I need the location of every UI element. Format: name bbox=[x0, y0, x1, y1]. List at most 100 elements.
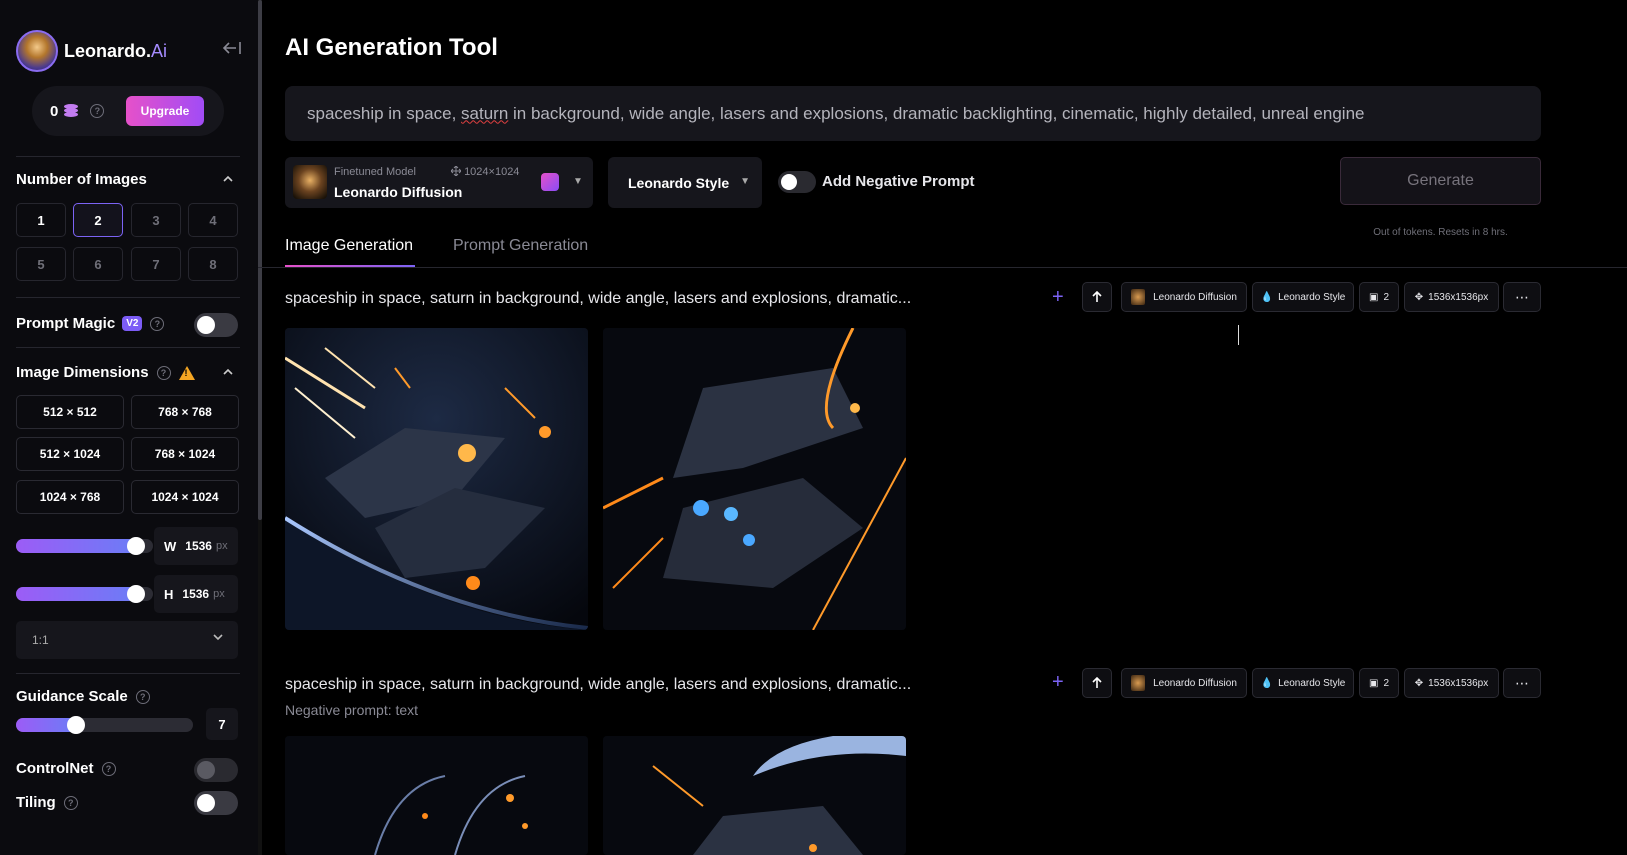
toggle-knob bbox=[197, 761, 215, 779]
image-count-chip[interactable]: ▣ 2 bbox=[1359, 668, 1399, 698]
droplet-icon: 💧 bbox=[1260, 291, 1274, 303]
height-slider[interactable] bbox=[16, 585, 153, 603]
tiling-toggle[interactable] bbox=[194, 791, 238, 815]
model-settings-icon[interactable] bbox=[541, 173, 559, 191]
model-subtitle: Finetuned Model bbox=[334, 166, 416, 178]
generation-negative-prompt: Negative prompt: text bbox=[285, 702, 419, 718]
num-images-option-2[interactable]: 2 bbox=[73, 203, 123, 237]
controlnet-toggle[interactable] bbox=[194, 758, 238, 782]
dimension-option-768x768[interactable]: 768 × 768 bbox=[131, 395, 239, 429]
generated-image[interactable] bbox=[603, 328, 906, 630]
chevron-up-icon[interactable] bbox=[222, 366, 234, 378]
style-value: Leonardo Style bbox=[628, 174, 730, 191]
num-images-option-5[interactable]: 5 bbox=[16, 247, 66, 281]
collapse-sidebar-icon[interactable] bbox=[222, 40, 244, 60]
dimension-option-1024x1024[interactable]: 1024 × 1024 bbox=[131, 480, 239, 514]
dimension-option-512x1024[interactable]: 512 × 1024 bbox=[16, 437, 124, 471]
images-icon: ▣ bbox=[1368, 677, 1379, 689]
model-thumbnail bbox=[293, 165, 327, 199]
chip-label: 2 bbox=[1383, 677, 1389, 689]
divider bbox=[16, 347, 240, 348]
help-icon[interactable]: ? bbox=[150, 316, 165, 331]
style-chip[interactable]: 💧 Leonardo Style bbox=[1252, 668, 1354, 698]
model-chip[interactable]: Leonardo Diffusion bbox=[1121, 668, 1247, 698]
model-selector[interactable]: Finetuned Model 1024×1024 Leonardo Diffu… bbox=[285, 157, 593, 208]
move-icon: ✥ bbox=[1414, 291, 1424, 303]
generated-image[interactable] bbox=[603, 736, 906, 855]
controlnet-title: ControlNet bbox=[16, 760, 94, 777]
generation-prompt: spaceship in space, saturn in background… bbox=[285, 676, 912, 693]
add-icon[interactable]: + bbox=[1052, 671, 1064, 694]
image-count-chip[interactable]: ▣ 2 bbox=[1359, 282, 1399, 312]
chevron-up-icon[interactable] bbox=[222, 173, 234, 185]
num-images-option-4[interactable]: 4 bbox=[188, 203, 238, 237]
num-images-option-1[interactable]: 1 bbox=[16, 203, 66, 237]
add-icon[interactable]: + bbox=[1052, 286, 1064, 309]
width-input[interactable]: W 1536 px bbox=[154, 527, 238, 565]
toggle-knob bbox=[781, 174, 797, 190]
slider-handle[interactable] bbox=[67, 716, 85, 734]
help-icon[interactable]: ? bbox=[101, 761, 116, 776]
slider-handle[interactable] bbox=[127, 585, 145, 603]
tiling-row: Tiling ? bbox=[16, 794, 78, 811]
reuse-prompt-button[interactable] bbox=[1082, 282, 1112, 312]
more-options-button[interactable]: ⋯ bbox=[1503, 668, 1541, 698]
width-slider[interactable] bbox=[16, 537, 153, 555]
divider bbox=[258, 267, 1627, 268]
token-count: 0 bbox=[50, 102, 59, 120]
chip-label: Leonardo Style bbox=[1278, 677, 1346, 689]
help-icon[interactable]: ? bbox=[135, 689, 150, 704]
warning-icon bbox=[178, 365, 195, 380]
width-value: 1536 bbox=[185, 539, 212, 553]
more-options-button[interactable]: ⋯ bbox=[1503, 282, 1541, 312]
negative-prompt-label[interactable]: Add Negative Prompt bbox=[822, 173, 975, 190]
height-input[interactable]: H 1536 px bbox=[154, 575, 238, 613]
divider bbox=[16, 297, 240, 298]
help-icon[interactable]: ? bbox=[63, 795, 78, 810]
caret-down-icon: ▼ bbox=[740, 176, 750, 187]
num-images-option-7[interactable]: 7 bbox=[131, 247, 181, 281]
num-images-option-3[interactable]: 3 bbox=[131, 203, 181, 237]
prompt-magic-toggle[interactable] bbox=[194, 313, 238, 337]
negative-prompt-toggle[interactable] bbox=[778, 171, 816, 193]
prompt-input[interactable]: spaceship in space, saturn in background… bbox=[285, 86, 1541, 141]
reuse-prompt-button[interactable] bbox=[1082, 668, 1112, 698]
aspect-ratio-select[interactable]: 1:1 bbox=[16, 621, 238, 659]
sidebar-scrollbar[interactable] bbox=[258, 0, 262, 855]
tab-image-generation[interactable]: Image Generation bbox=[285, 237, 413, 255]
size-chip[interactable]: ✥ 1536x1536px bbox=[1404, 668, 1499, 698]
guidance-scale-value[interactable]: 7 bbox=[206, 708, 238, 740]
aspect-ratio-value: 1:1 bbox=[32, 633, 49, 647]
brand-logo[interactable]: Leonardo.Ai bbox=[16, 30, 167, 72]
scrollbar-thumb[interactable] bbox=[258, 0, 262, 520]
droplet-icon: 💧 bbox=[1260, 677, 1274, 689]
upgrade-button[interactable]: Upgrade bbox=[126, 96, 204, 126]
slider-handle[interactable] bbox=[127, 537, 145, 555]
move-icon bbox=[450, 165, 462, 177]
help-icon[interactable]: ? bbox=[90, 104, 105, 118]
num-images-option-6[interactable]: 6 bbox=[73, 247, 123, 281]
dimension-option-768x1024[interactable]: 768 × 1024 bbox=[131, 437, 239, 471]
generated-image[interactable] bbox=[285, 736, 588, 855]
tab-prompt-generation[interactable]: Prompt Generation bbox=[453, 237, 588, 255]
caret-down-icon[interactable]: ▼ bbox=[573, 176, 583, 187]
controlnet-row: ControlNet ? bbox=[16, 760, 116, 777]
model-name: Leonardo Diffusion bbox=[334, 184, 463, 200]
generate-button[interactable]: Generate bbox=[1340, 157, 1541, 205]
dimension-option-512x512[interactable]: 512 × 512 bbox=[16, 395, 124, 429]
guidance-scale-slider[interactable] bbox=[16, 716, 193, 734]
style-select[interactable]: Leonardo Style ▼ bbox=[608, 157, 762, 208]
dimension-option-1024x768[interactable]: 1024 × 768 bbox=[16, 480, 124, 514]
model-dimensions-value: 1024×1024 bbox=[464, 166, 520, 178]
width-unit: px bbox=[215, 540, 228, 552]
num-images-option-8[interactable]: 8 bbox=[188, 247, 238, 281]
style-chip[interactable]: 💧 Leonardo Style bbox=[1252, 282, 1354, 312]
model-chip[interactable]: Leonardo Diffusion bbox=[1121, 282, 1247, 312]
guidance-scale-row: Guidance Scale ? bbox=[16, 688, 150, 705]
help-icon[interactable]: ? bbox=[156, 365, 171, 380]
size-chip[interactable]: ✥ 1536x1536px bbox=[1404, 282, 1499, 312]
page-title: AI Generation Tool bbox=[285, 34, 498, 61]
generated-image[interactable] bbox=[285, 328, 588, 630]
chip-label: 1536x1536px bbox=[1428, 291, 1489, 303]
height-label: H bbox=[164, 586, 174, 602]
